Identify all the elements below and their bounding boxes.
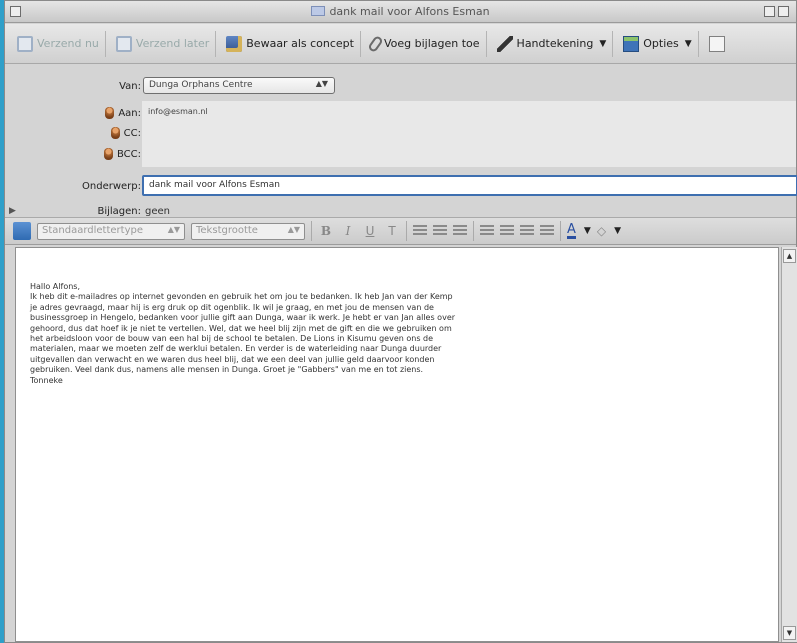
header-fields: Van: Dunga Orphans Centre ▲▼ Aan: CC: BC… [5,65,797,217]
save-draft-label: Bewaar als concept [246,37,354,50]
recipients-area[interactable]: info@esman.nl [142,101,796,167]
person-icon[interactable] [110,127,120,139]
send-later-icon [115,35,132,52]
format-toolbar: Standaardlettertype ▲▼ Tekstgrootte ▲▼ B… [5,217,796,245]
updown-arrows-icon: ▲▼ [167,224,180,234]
options-icon [623,35,640,52]
underline-button[interactable]: U [362,224,378,238]
scroll-down-icon[interactable]: ▼ [783,626,796,640]
indent-icon[interactable] [540,225,554,237]
chevron-down-icon: ▼ [599,38,607,49]
italic-button[interactable]: I [340,224,356,238]
format-icon[interactable] [13,222,31,240]
save-draft-button[interactable]: Bewaar als concept [220,30,361,57]
message-body-text[interactable]: Hallo Alfons, Ik heb dit e-mailadres op … [30,282,630,386]
compose-window: dank mail voor Alfons Esman Verzend nu V… [4,0,797,643]
window-controls [764,6,790,17]
updown-arrows-icon: ▲▼ [315,79,328,88]
attachments-label: Bijlagen: [97,205,141,217]
chevron-down-icon: ▼ [684,38,692,49]
teletype-button[interactable]: T [384,224,400,238]
chevron-down-icon[interactable]: ▼ [584,226,591,236]
divider [406,221,407,241]
send-now-label: Verzend nu [37,37,99,50]
to-label-group: Aan: [105,107,141,119]
divider [311,221,312,241]
save-icon [226,35,243,52]
address-book-icon [708,35,725,52]
send-later-label: Verzend later [135,37,210,50]
cc-label: CC: [123,127,141,139]
subject-input[interactable]: dank mail voor Alfons Esman [142,175,797,196]
divider [560,221,561,241]
bcc-label-group: BCC: [103,148,141,160]
address-book-button[interactable] [703,31,731,57]
align-right-icon[interactable] [453,225,467,237]
window-title: dank mail voor Alfons Esman [5,5,796,18]
options-label: Opties [643,37,679,50]
from-label: Van: [119,80,141,92]
bcc-label: BCC: [116,148,141,160]
attachments-value: geen [145,205,170,217]
window-title-text: dank mail voor Alfons Esman [329,5,490,18]
vertical-scrollbar[interactable]: ▲ ▼ [781,247,797,642]
to-label: Aan: [118,107,141,119]
send-later-button[interactable]: Verzend later [110,30,217,57]
signature-button[interactable]: Handtekening ▼ [491,30,614,57]
bulleted-list-icon[interactable] [500,225,514,237]
send-icon [17,35,33,52]
to-value[interactable]: info@esman.nl [148,107,208,116]
document-icon [311,6,326,16]
subject-label: Onderwerp: [82,180,141,192]
attach-label: Voeg bijlagen toe [383,37,480,50]
message-body-editor[interactable]: Hallo Alfons, Ik heb dit e-mailadres op … [15,247,779,642]
person-icon[interactable] [105,107,115,119]
compose-toolbar: Verzend nu Verzend later Bewaar als conc… [5,24,796,64]
attach-button[interactable]: Voeg bijlagen toe [365,30,487,57]
cc-label-group: CC: [110,127,141,139]
paperclip-icon [367,34,384,53]
updown-arrows-icon: ▲▼ [287,224,300,234]
divider [473,221,474,241]
zoom-box-icon[interactable] [764,6,775,17]
align-center-icon[interactable] [433,225,447,237]
disclosure-triangle-icon[interactable]: ▶ [9,206,16,216]
bold-button[interactable]: B [318,224,334,238]
title-bar[interactable]: dank mail voor Alfons Esman [5,1,796,23]
font-select-value: Standaardlettertype [42,224,143,236]
collapse-box-icon[interactable] [778,6,789,17]
signature-label: Handtekening [516,37,594,50]
options-button[interactable]: Opties ▼ [617,30,699,57]
font-select[interactable]: Standaardlettertype ▲▼ [37,222,185,240]
text-color-icon[interactable]: A [567,223,576,239]
person-icon[interactable] [103,148,113,160]
send-now-button[interactable]: Verzend nu [11,30,106,57]
from-row: Van: Dunga Orphans Centre ▲▼ [5,76,796,96]
size-select[interactable]: Tekstgrootte ▲▼ [191,222,305,240]
scroll-up-icon[interactable]: ▲ [783,249,796,263]
numbered-list-icon[interactable] [480,225,494,237]
chevron-down-icon[interactable]: ▼ [614,226,621,236]
from-select-value: Dunga Orphans Centre [149,80,253,90]
pen-icon [496,35,513,52]
highlight-color-icon[interactable]: ◇ [597,224,606,238]
size-select-value: Tekstgrootte [196,224,258,236]
align-left-icon[interactable] [413,225,427,237]
outdent-icon[interactable] [520,225,534,237]
from-select[interactable]: Dunga Orphans Centre ▲▼ [143,77,335,94]
